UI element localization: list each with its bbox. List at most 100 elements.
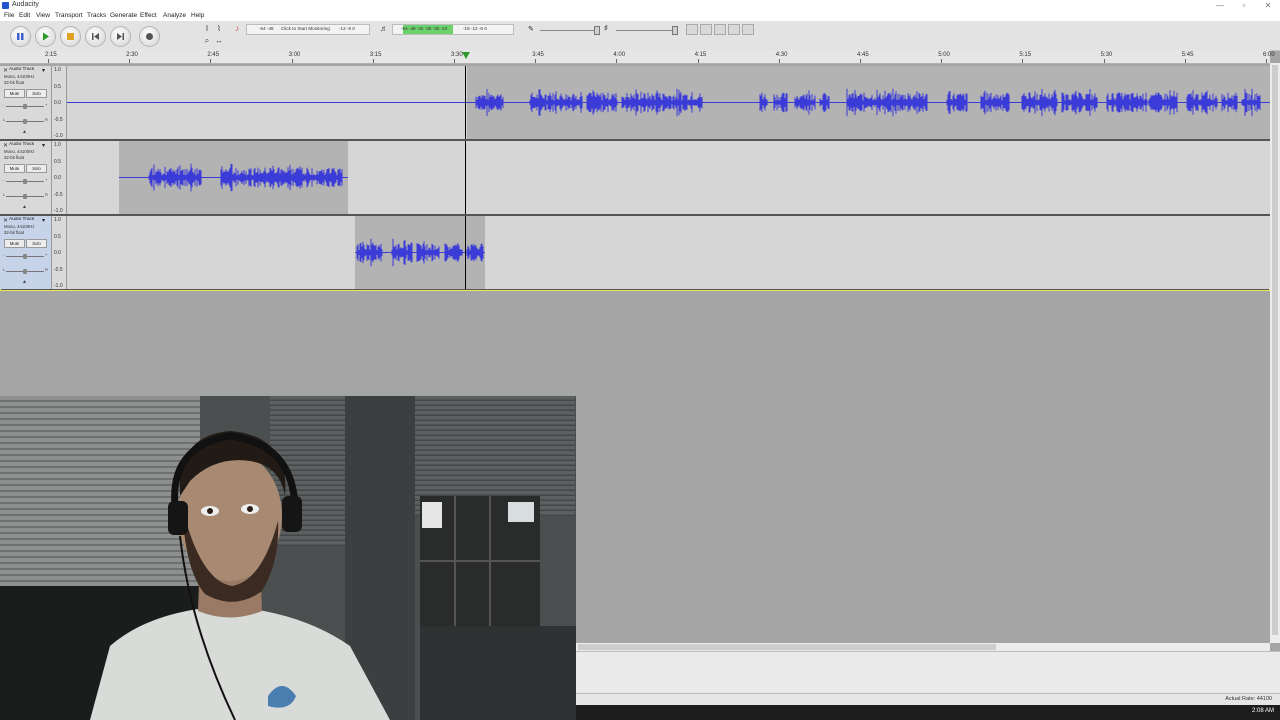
pan-right-label: R xyxy=(45,117,48,122)
track-sample-format: 32-bit float xyxy=(4,80,25,85)
recording-volume-thumb[interactable] xyxy=(594,26,600,35)
ruler-tick xyxy=(210,59,212,63)
vertical-scale[interactable]: 1.0 0.5 0.0 -0.5 -1.0 xyxy=(52,141,67,214)
track-name-button[interactable]: Audio Track xyxy=(9,142,39,148)
timeshift-tool-icon[interactable]: ↔ xyxy=(214,36,224,46)
horizontal-scroll-thumb[interactable] xyxy=(578,644,996,650)
microphone-icon[interactable]: ♪ xyxy=(235,24,239,33)
record-meter-scale: -54 -48 xyxy=(259,26,274,31)
ruler-tick xyxy=(1103,59,1105,63)
waveform-area[interactable] xyxy=(67,66,1270,139)
track-control-panel[interactable]: ✕ Audio Track ▾ Mono, 44100Hz 32-bit float Mu… xyxy=(0,141,52,214)
gain-slider-knob[interactable] xyxy=(23,179,27,184)
audio-track[interactable]: ✕ Audio Track ▾ Mono, 44100Hz 32-bit float Mu… xyxy=(0,141,1270,216)
record-meter[interactable]: -54 -48 Click to Start Monitoring -12 -6… xyxy=(246,24,370,35)
track-menu-arrow-icon[interactable]: ▾ xyxy=(42,217,45,224)
gain-slider-knob[interactable] xyxy=(23,254,27,259)
track-name-button[interactable]: Audio Track xyxy=(9,217,39,223)
playback-volume-slider[interactable] xyxy=(616,30,674,31)
mute-button[interactable]: Mute xyxy=(4,89,25,98)
pan-slider-knob[interactable] xyxy=(23,194,27,199)
menu-generate[interactable]: Generate xyxy=(110,12,137,19)
cut-icon[interactable] xyxy=(686,24,698,35)
paste-icon[interactable] xyxy=(714,24,726,35)
skip-start-icon xyxy=(92,33,99,40)
menu-effect[interactable]: Effect xyxy=(140,12,157,19)
minimize-button[interactable]: — xyxy=(1208,0,1232,11)
track-close-icon[interactable]: ✕ xyxy=(3,142,8,149)
gain-minus-label: - xyxy=(3,252,5,257)
close-button[interactable]: ✕ xyxy=(1256,0,1280,11)
maximize-button[interactable]: ▫ xyxy=(1232,0,1256,11)
vertical-scale[interactable]: 1.0 0.5 0.0 -0.5 -1.0 xyxy=(52,66,67,139)
playhead-marker-icon[interactable] xyxy=(462,52,470,59)
audio-track[interactable]: ✕ Audio Track ▾ Mono, 44100Hz 32-bit float Mu… xyxy=(0,216,1270,291)
horizontal-scrollbar[interactable] xyxy=(576,643,1270,651)
track-menu-arrow-icon[interactable]: ▾ xyxy=(42,142,45,149)
edit-cursor xyxy=(465,216,466,289)
scale-label: -1.0 xyxy=(54,283,63,289)
record-icon xyxy=(146,33,153,40)
pause-button[interactable] xyxy=(10,26,31,47)
stop-button[interactable] xyxy=(60,26,81,47)
menu-edit[interactable]: Edit xyxy=(19,12,30,19)
ruler-tick-label: 6:00 xyxy=(1263,52,1275,58)
selection-toolbar xyxy=(576,651,1280,694)
track-menu-arrow-icon[interactable]: ▾ xyxy=(42,67,45,74)
pan-slider-knob[interactable] xyxy=(23,119,27,124)
track-close-icon[interactable]: ✕ xyxy=(3,67,8,74)
zoom-tool-icon[interactable]: ⌕ xyxy=(202,36,212,46)
vertical-scroll-thumb[interactable] xyxy=(1272,65,1278,635)
waveform-area[interactable] xyxy=(67,141,1270,214)
audio-track[interactable]: ✕ Audio Track ▾ Mono, 44100Hz 32-bit float Mu… xyxy=(0,66,1270,141)
solo-button[interactable]: Solo xyxy=(26,239,47,248)
mute-button[interactable]: Mute xyxy=(4,164,25,173)
track-sample-format: 32-bit float xyxy=(4,155,25,160)
ruler-tick-label: 2:15 xyxy=(45,52,57,58)
menu-tracks[interactable]: Tracks xyxy=(87,12,106,19)
envelope-tool-icon[interactable]: ⌇ xyxy=(214,24,224,34)
trim-icon[interactable] xyxy=(728,24,740,35)
menu-view[interactable]: View xyxy=(36,12,50,19)
track-format: Mono, 44100Hz xyxy=(4,74,35,79)
copy-icon[interactable] xyxy=(700,24,712,35)
skip-end-button[interactable] xyxy=(110,26,131,47)
gain-plus-label: + xyxy=(45,177,48,182)
silence-icon[interactable] xyxy=(742,24,754,35)
skip-start-button[interactable] xyxy=(85,26,106,47)
track-format: Mono, 44100Hz xyxy=(4,224,35,229)
edit-cursor xyxy=(465,141,466,214)
playback-meter[interactable]: -54 -48 -42 -36 -30 -24 -18 -12 -6 0 xyxy=(392,24,514,35)
vertical-scrollbar[interactable] xyxy=(1270,63,1280,643)
mic-volume-icon: ✎ xyxy=(528,26,534,33)
track-collapse-icon[interactable]: ▲ xyxy=(22,279,27,285)
ruler-tick-label: 4:00 xyxy=(613,52,626,58)
scale-label: 1.0 xyxy=(54,217,61,223)
solo-button[interactable]: Solo xyxy=(26,89,47,98)
timeline-ruler[interactable]: 2:15 2:30 2:45 3:00 3:15 3:30 3:45 4:00 4:15 4:30… xyxy=(0,50,1275,64)
play-button[interactable] xyxy=(35,26,56,47)
menu-analyze[interactable]: Analyze xyxy=(163,12,186,19)
selection-tool-icon[interactable]: I xyxy=(202,24,212,34)
pan-slider-knob[interactable] xyxy=(23,269,27,274)
record-button[interactable] xyxy=(139,26,160,47)
track-control-panel[interactable]: ✕ Audio Track ▾ Mono, 44100Hz 32-bit float Mu… xyxy=(0,66,52,139)
speaker-icon[interactable]: ♬ xyxy=(380,24,388,33)
ruler-tick xyxy=(1266,59,1267,63)
mute-button[interactable]: Mute xyxy=(4,239,25,248)
vertical-scale[interactable]: 1.0 0.5 0.0 -0.5 -1.0 xyxy=(52,216,67,289)
menu-file[interactable]: File xyxy=(4,12,14,19)
recording-volume-slider[interactable] xyxy=(540,30,595,31)
track-name-button[interactable]: Audio Track xyxy=(9,67,39,73)
window-title: Audacity xyxy=(12,1,39,8)
waveform-area[interactable] xyxy=(67,216,1270,289)
gain-slider-knob[interactable] xyxy=(23,104,27,109)
playback-volume-thumb[interactable] xyxy=(672,26,678,35)
menu-transport[interactable]: Transport xyxy=(55,12,83,19)
track-collapse-icon[interactable]: ▲ xyxy=(22,129,27,135)
track-collapse-icon[interactable]: ▲ xyxy=(22,204,27,210)
track-close-icon[interactable]: ✕ xyxy=(3,217,8,224)
solo-button[interactable]: Solo xyxy=(26,164,47,173)
menu-help[interactable]: Help xyxy=(191,12,204,19)
track-control-panel[interactable]: ✕ Audio Track ▾ Mono, 44100Hz 32-bit float Mu… xyxy=(0,216,52,289)
